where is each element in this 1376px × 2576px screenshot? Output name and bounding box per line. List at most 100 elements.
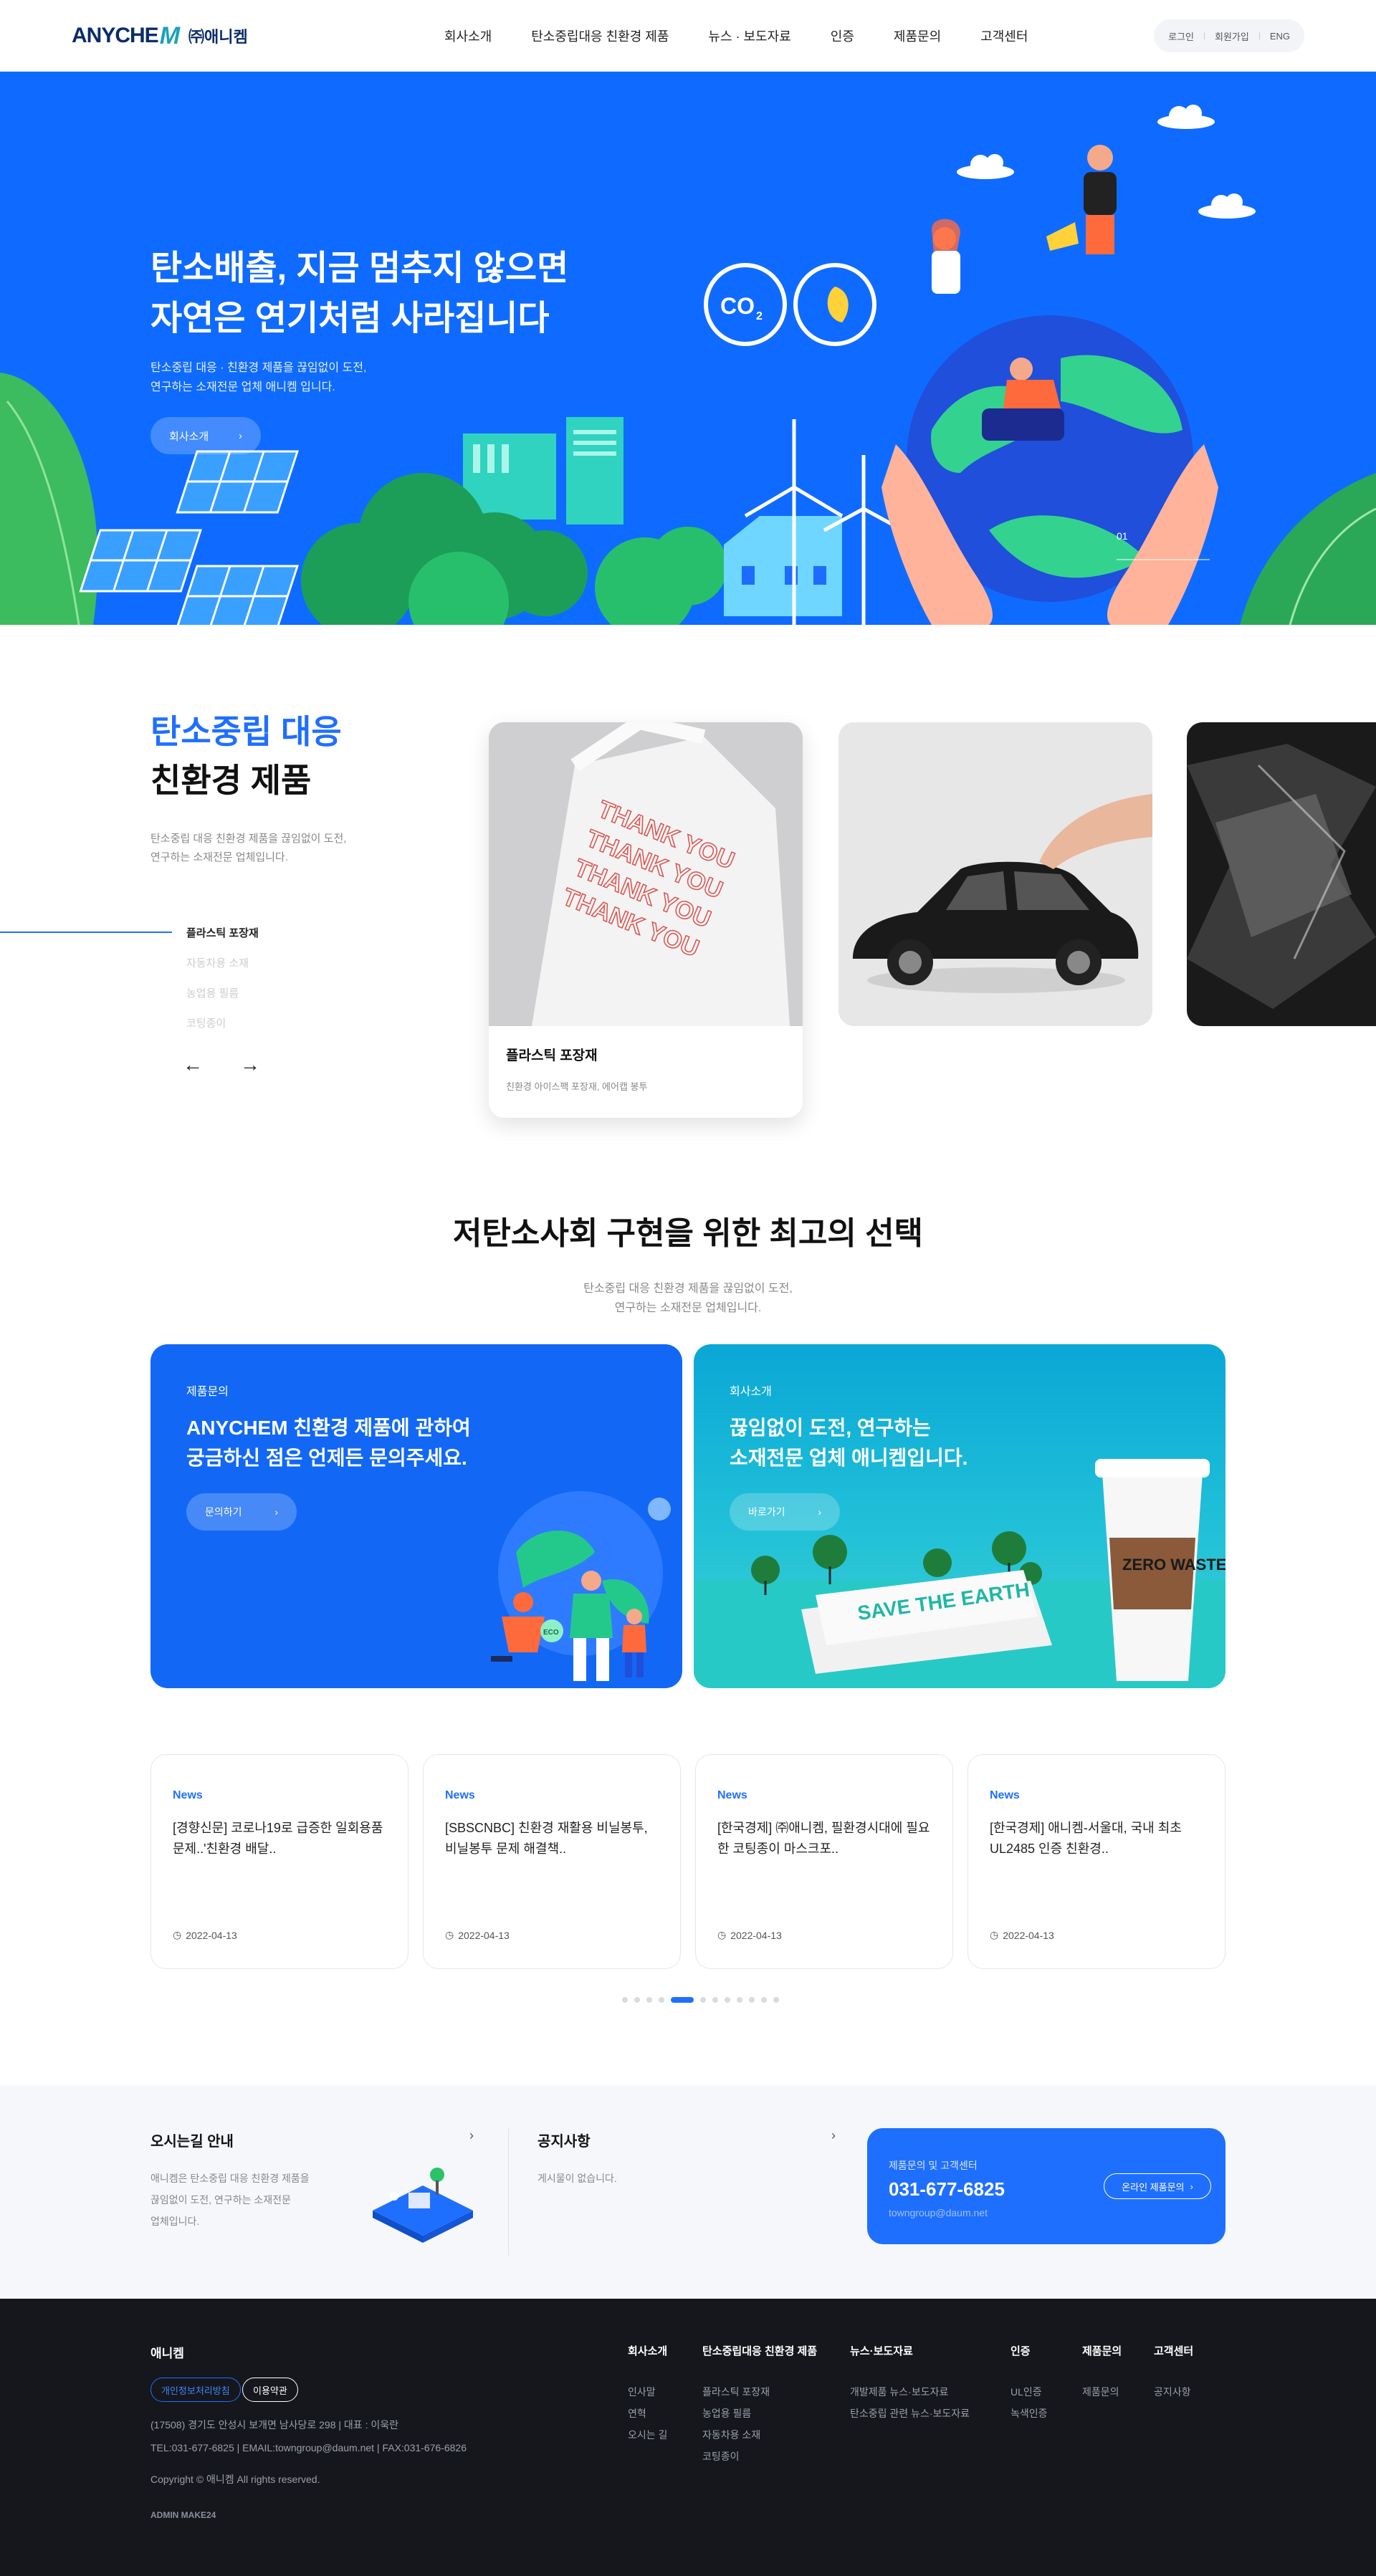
hero-company-button[interactable]: 회사소개 › — [150, 417, 261, 454]
eco-people-illustration: ECO — [491, 1491, 671, 1681]
company-shortcut-button[interactable]: 바로가기 › — [730, 1493, 840, 1531]
category-active-line — [0, 932, 172, 933]
inquiry-button[interactable]: 문의하기 › — [186, 1493, 297, 1531]
nav-item-news[interactable]: 뉴스 · 보도자료 — [708, 27, 790, 45]
nav-item-inquiry[interactable]: 제품문의 — [894, 27, 941, 45]
directions-line2: 끊임없이 도전, 연구하는 소재전문 — [150, 2194, 291, 2206]
news-tag: News — [445, 1789, 475, 1801]
footer-link[interactable]: 플라스틱 포장재 — [702, 2381, 817, 2403]
products-desc-line1: 탄소중립 대응 친환경 제품을 끊임없이 도전, — [150, 833, 347, 845]
category-agri-film[interactable]: 농업용 필름 — [186, 985, 239, 1000]
footer-link[interactable]: 녹색인증 — [1010, 2403, 1048, 2424]
footer-link[interactable]: 연혁 — [628, 2403, 667, 2424]
news-card[interactable]: News [SBSCNBC] 친환경 재활용 비닐봉투, 비닐봉투 문제 해결책… — [423, 1754, 681, 1969]
news-title: [SBSCNBC] 친환경 재활용 비닐봉투, 비닐봉투 문제 해결책.. — [445, 1821, 648, 1856]
product-card-automotive[interactable] — [838, 722, 1152, 1026]
signup-link[interactable]: 회원가입 — [1215, 29, 1249, 43]
product-card-name: 플라스틱 포장재 — [506, 1048, 598, 1063]
next-arrow-icon[interactable]: → — [240, 1053, 260, 1076]
news-card[interactable]: News [한국경제] ㈜애니켐, 필환경시대에 필요한 코팅종이 마스크포..… — [695, 1754, 953, 1969]
pagination-dot[interactable] — [622, 1997, 628, 2003]
info-divider — [508, 2128, 509, 2256]
footer-col-title[interactable]: 회사소개 — [628, 2343, 667, 2358]
company-title-line1: 끊임없이 도전, 연구하는 — [730, 1417, 931, 1439]
news-card[interactable]: News [경향신문] 코로나19로 급증한 일회용품 문제..'친환경 배달.… — [150, 1754, 408, 1969]
terms-link[interactable]: 이용약관 — [242, 2378, 298, 2402]
footer-link[interactable]: 탄소중립 관련 뉴스·보도자료 — [850, 2403, 970, 2424]
hero-desc-line2: 연구하는 소재전문 업체 애니켐 입니다. — [150, 381, 335, 393]
login-link[interactable]: 로그인 — [1168, 29, 1194, 43]
chevron-right-icon[interactable]: › — [469, 2128, 474, 2143]
news-title: [한국경제] ㈜애니켐, 필환경시대에 필요한 코팅종이 마스크포.. — [717, 1821, 930, 1856]
pagination-dot[interactable] — [700, 1997, 706, 2003]
nav-item-eco-products[interactable]: 탄소중립대응 친환경 제품 — [531, 27, 669, 45]
footer-link[interactable]: 자동차용 소재 — [702, 2424, 817, 2446]
footer-col-title[interactable]: 인증 — [1010, 2343, 1048, 2358]
hero-illustration — [0, 105, 1376, 625]
category-plastic-packaging[interactable]: 플라스틱 포장재 — [186, 925, 259, 940]
pagination-dot[interactable] — [725, 1997, 730, 2003]
hero-button-label: 회사소개 — [169, 430, 209, 443]
logo-text-kr: ㈜애니켐 — [188, 28, 248, 46]
footer-link[interactable]: 코팅종이 — [702, 2446, 817, 2467]
products-desc-line2: 연구하는 소재전문 업체입니다. — [150, 851, 288, 863]
pagination-dot[interactable] — [634, 1997, 640, 2003]
plastic-bag-image: THANK YOU THANK YOU THANK YOU THANK YOU — [489, 722, 803, 1026]
prev-arrow-icon[interactable]: ← — [183, 1053, 203, 1076]
pagination-dot[interactable] — [712, 1997, 718, 2003]
product-card-agri-film[interactable] — [1187, 722, 1376, 1026]
co2-label: CO 2 — [720, 293, 763, 322]
category-automotive[interactable]: 자동차용 소재 — [186, 955, 249, 970]
news-date: ◷ 2022-04-13 — [445, 1929, 510, 1941]
inquiry-button-label: 문의하기 — [205, 1506, 242, 1518]
directions-title[interactable]: 오시는길 안내 — [150, 2130, 234, 2150]
online-inquiry-button[interactable]: 온라인 제품문의 › — [1104, 2173, 1211, 2199]
footer-col-title[interactable]: 제품문의 — [1082, 2343, 1122, 2358]
inquiry-card[interactable]: ECO 제품문의 ANYCHEM 친환경 제품에 관하여 궁금하신 점은 언제든… — [150, 1344, 682, 1688]
pagination-dot[interactable] — [659, 1997, 664, 2003]
footer-col-news: 뉴스·보도자료 개발제품 뉴스·보도자료 탄소중립 관련 뉴스·보도자료 — [850, 2343, 970, 2424]
site-footer: 애니켐 개인정보처리방침 이용약관 (17508) 경기도 안성시 보개면 남사… — [0, 2299, 1376, 2576]
pagination-dot[interactable] — [646, 1997, 652, 2003]
footer-col-inquiry: 제품문의 제품문의 — [1082, 2343, 1122, 2403]
slide-number: 01 — [1117, 530, 1128, 542]
privacy-policy-link[interactable]: 개인정보처리방침 — [150, 2378, 241, 2402]
nav-item-company[interactable]: 회사소개 — [444, 27, 492, 45]
footer-link[interactable]: 공지사항 — [1154, 2381, 1193, 2403]
main-nav: 회사소개 탄소중립대응 친환경 제품 뉴스 · 보도자료 인증 제품문의 고객센… — [444, 0, 1028, 72]
chevron-right-icon[interactable]: › — [831, 2128, 836, 2143]
footer-link[interactable]: 농업용 필름 — [702, 2403, 817, 2424]
footer-link[interactable]: 제품문의 — [1082, 2381, 1122, 2403]
pagination-dot[interactable] — [749, 1997, 755, 2003]
footer-col-title[interactable]: 뉴스·보도자료 — [850, 2343, 970, 2358]
clock-icon: ◷ — [990, 1929, 999, 1940]
footer-col-title[interactable]: 탄소중립대응 친환경 제품 — [702, 2343, 817, 2358]
pagination-dot[interactable] — [761, 1997, 767, 2003]
site-logo[interactable]: ANYCHE M ㈜애니켐 — [72, 21, 248, 50]
footer-link[interactable]: 오시는 길 — [628, 2424, 667, 2446]
hero-description: 탄소중립 대응 · 친환경 제품을 끊임없이 도전, 연구하는 소재전문 업체 … — [150, 358, 366, 397]
nav-item-certification[interactable]: 인증 — [831, 27, 854, 45]
footer-col-title[interactable]: 고객센터 — [1154, 2343, 1193, 2358]
footer-link[interactable]: 인사말 — [628, 2381, 667, 2403]
footer-copyright: Copyright © 애니켐 All rights reserved. — [150, 2474, 320, 2485]
pagination-dot[interactable] — [773, 1997, 779, 2003]
company-button-label: 바로가기 — [748, 1506, 785, 1518]
notice-empty-text: 게시물이 없습니다. — [538, 2173, 617, 2184]
notice-title[interactable]: 공지사항 — [538, 2130, 591, 2150]
footer-link[interactable]: 개발제품 뉴스·보도자료 — [850, 2381, 970, 2403]
online-inquiry-label: 온라인 제품문의 — [1122, 2181, 1185, 2193]
footer-link[interactable]: UL인증 — [1010, 2381, 1048, 2403]
pagination-dot-active[interactable] — [671, 1997, 694, 2003]
products-title: 친환경 제품 — [150, 762, 312, 799]
company-card[interactable]: SAVE THE EARTH ZERO WASTE 회사소개 끊임없이 도전, … — [694, 1344, 1226, 1688]
footer-admin[interactable]: ADMIN MAKE24 — [150, 2510, 216, 2520]
news-card[interactable]: News [한국경제] 애니켐-서울대, 국내 최초 UL2485 인증 친환경… — [968, 1754, 1226, 1969]
product-card-plastic[interactable]: THANK YOU THANK YOU THANK YOU THANK YOU … — [489, 722, 803, 1118]
news-tag: News — [717, 1789, 747, 1801]
news-date-text: 2022-04-13 — [1003, 1929, 1054, 1941]
nav-item-support[interactable]: 고객센터 — [980, 27, 1028, 45]
english-link[interactable]: ENG — [1270, 31, 1290, 42]
category-coated-paper[interactable]: 코팅종이 — [186, 1015, 226, 1030]
pagination-dot[interactable] — [737, 1997, 742, 2003]
